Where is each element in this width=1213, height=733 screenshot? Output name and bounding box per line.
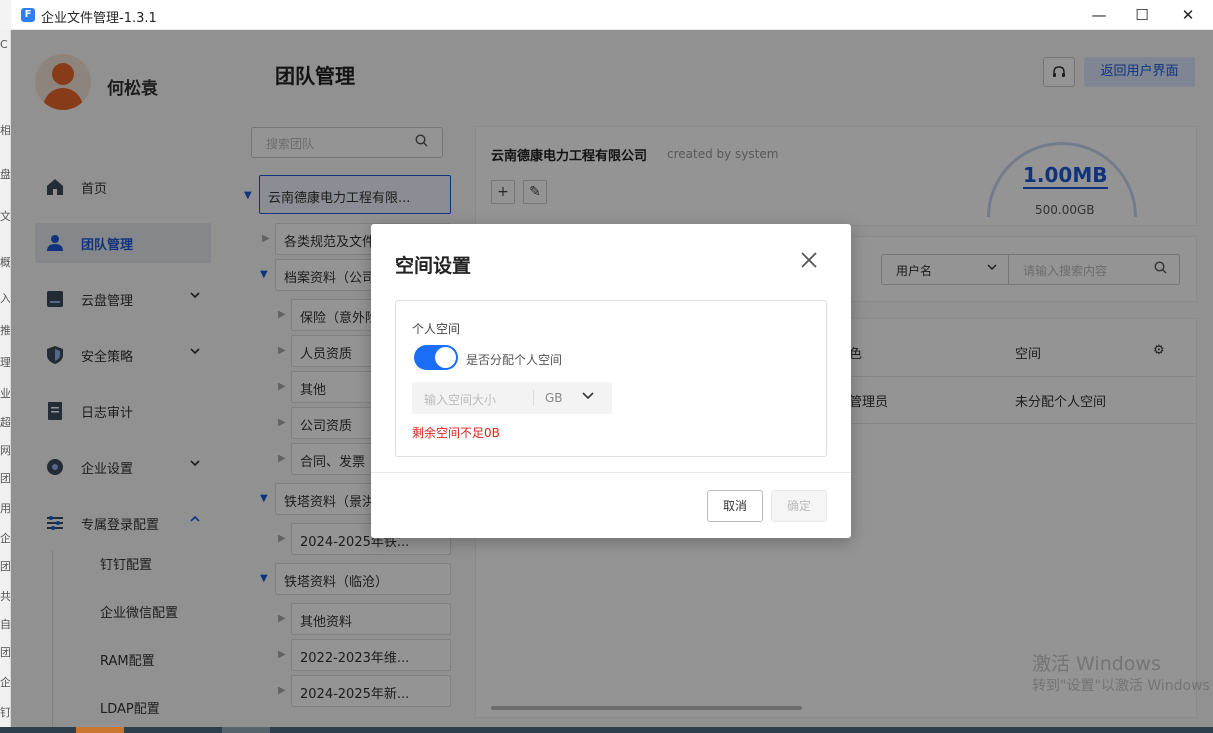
background-window-edge: C 相 盘 文中 概 入 推 理 业 超 网 团 用 企 团 共 自 团 企 钉 (0, 30, 11, 733)
maximize-button[interactable]: ☐ (1119, 0, 1165, 30)
gutter-fragment: 网 (0, 444, 11, 457)
gutter-fragment: 钉 (0, 706, 11, 719)
taskbar-app-indicator[interactable] (222, 727, 270, 733)
space-size-placeholder: 输入空间大小 (424, 393, 497, 407)
personal-space-section: 个人空间 是否分配个人空间 输入空间大小 GB 剩余空间不足0B (395, 300, 827, 457)
gutter-fragment: 共 (0, 590, 11, 603)
chevron-down-icon[interactable] (581, 388, 595, 406)
minimize-button[interactable]: — (1076, 0, 1122, 30)
space-settings-dialog: 空间设置 个人空间 是否分配个人空间 输入空间大小 GB 剩余空间不足0B 取消… (371, 224, 851, 538)
taskbar (0, 727, 1213, 733)
gutter-fragment: 推 (0, 324, 11, 337)
gutter-fragment: C (0, 38, 8, 51)
gutter-fragment: 企 (0, 532, 11, 545)
close-icon[interactable] (797, 248, 821, 272)
confirm-button[interactable]: 确定 (771, 490, 827, 522)
taskbar-app-indicator[interactable] (76, 727, 124, 733)
toggle-knob (435, 347, 456, 368)
toggle-label: 是否分配个人空间 (466, 353, 563, 367)
window-titlebar: F 企业文件管理-1.3.1 — ☐ ✕ (11, 0, 1213, 30)
cancel-button[interactable]: 取消 (707, 490, 763, 522)
gutter-fragment: 相 (0, 124, 11, 137)
app-icon: F (21, 8, 35, 22)
gutter-fragment: 团 (0, 560, 11, 573)
gutter-fragment: 用 (0, 502, 11, 515)
gutter-fragment: 企 (0, 676, 11, 689)
gutter-fragment: 文中 (0, 210, 11, 223)
close-window-button[interactable]: ✕ (1165, 0, 1211, 30)
gutter-fragment: 盘 (0, 168, 11, 181)
gutter-fragment: 团 (0, 472, 11, 485)
dialog-title: 空间设置 (395, 255, 472, 277)
space-size-input[interactable]: 输入空间大小 GB (412, 382, 612, 414)
dialog-divider (371, 472, 851, 473)
section-label: 个人空间 (412, 322, 461, 336)
input-separator (533, 390, 534, 406)
window-title: 企业文件管理-1.3.1 (41, 11, 157, 26)
error-message: 剩余空间不足0B (412, 426, 500, 440)
gutter-fragment: 入 (0, 292, 11, 305)
gutter-fragment: 自 (0, 618, 11, 631)
gutter-fragment: 概 (0, 256, 11, 269)
gutter-fragment: 业 (0, 387, 11, 400)
personal-space-toggle[interactable] (414, 345, 458, 370)
gutter-fragment: 超 (0, 416, 11, 429)
gutter-fragment: 理 (0, 356, 11, 369)
unit-select-value[interactable]: GB (545, 391, 563, 405)
gutter-fragment: 团 (0, 646, 11, 659)
